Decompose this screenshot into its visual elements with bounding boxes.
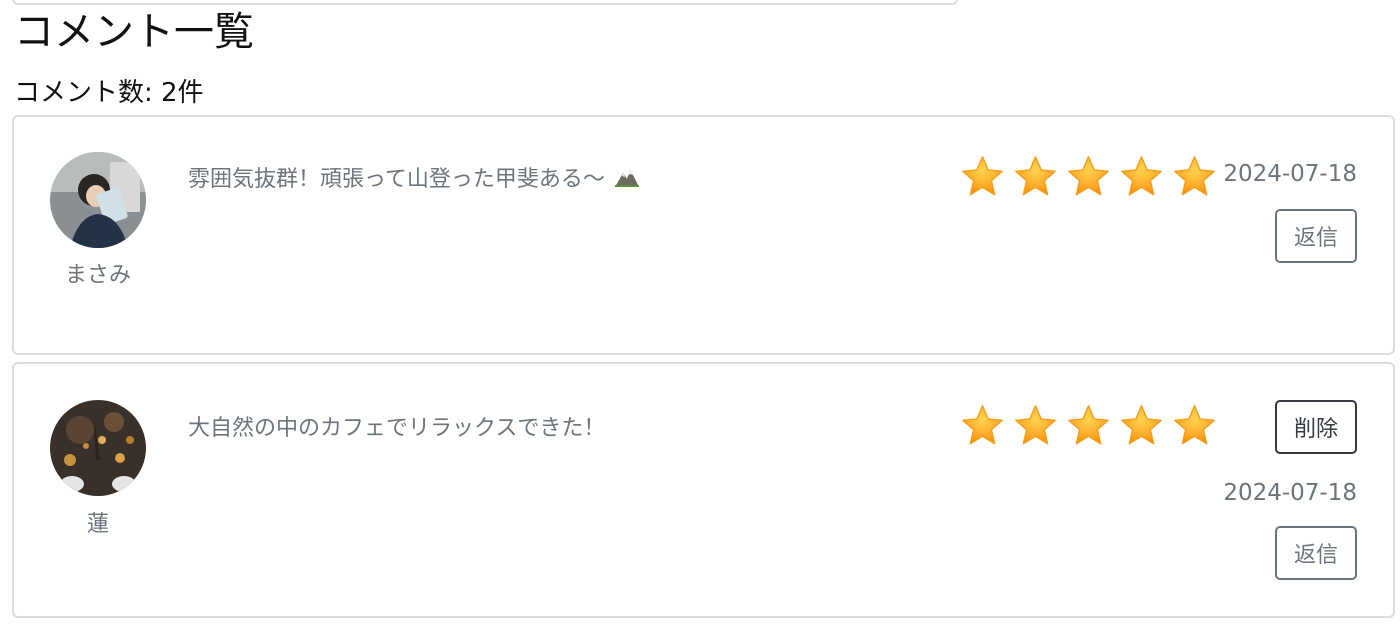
- star-rating: [960, 154, 1217, 199]
- star-icon: [1013, 154, 1058, 199]
- user-avatar[interactable]: [50, 152, 146, 248]
- star-icon: [1119, 403, 1164, 448]
- reply-button[interactable]: 返信: [1275, 526, 1357, 580]
- star-icon: [960, 154, 1005, 199]
- user-name: 蓮: [86, 512, 109, 537]
- comment-text: 雰囲気抜群！頑張って山登った甲斐ある〜: [188, 161, 640, 194]
- comment-body: 雰囲気抜群！頑張って山登った甲斐ある〜: [188, 167, 605, 192]
- star-icon: [1172, 403, 1217, 448]
- comment-count: コメント数: 2件: [14, 78, 204, 108]
- comment-text: 大自然の中のカフェでリラックスできた！: [188, 416, 606, 441]
- reply-button[interactable]: 返信: [1275, 209, 1357, 263]
- comment-date: 2024-07-18: [1223, 161, 1357, 187]
- star-icon: [1066, 154, 1111, 199]
- star-icon: [1066, 403, 1111, 448]
- comment-card: まさみ 雰囲気抜群！頑張って山登った甲斐ある〜 2024-07-18 返信: [12, 115, 1395, 355]
- previous-card-edge: [12, 0, 958, 5]
- page-title: コメント一覧: [14, 9, 254, 55]
- delete-button[interactable]: 削除: [1275, 400, 1357, 454]
- star-icon: [1013, 403, 1058, 448]
- comment-date: 2024-07-18: [1223, 480, 1357, 506]
- avatar-photo: [50, 152, 146, 248]
- star-rating: [960, 403, 1217, 448]
- star-icon: [1172, 154, 1217, 199]
- comment-card: 蓮 大自然の中のカフェでリラックスできた！ 削除 2024-07-18 返信: [12, 362, 1395, 618]
- mountain-icon: [614, 166, 640, 194]
- star-icon: [1119, 154, 1164, 199]
- user-name: まさみ: [64, 263, 131, 288]
- user-avatar[interactable]: [50, 400, 146, 496]
- avatar-photo: [50, 400, 146, 496]
- star-icon: [960, 403, 1005, 448]
